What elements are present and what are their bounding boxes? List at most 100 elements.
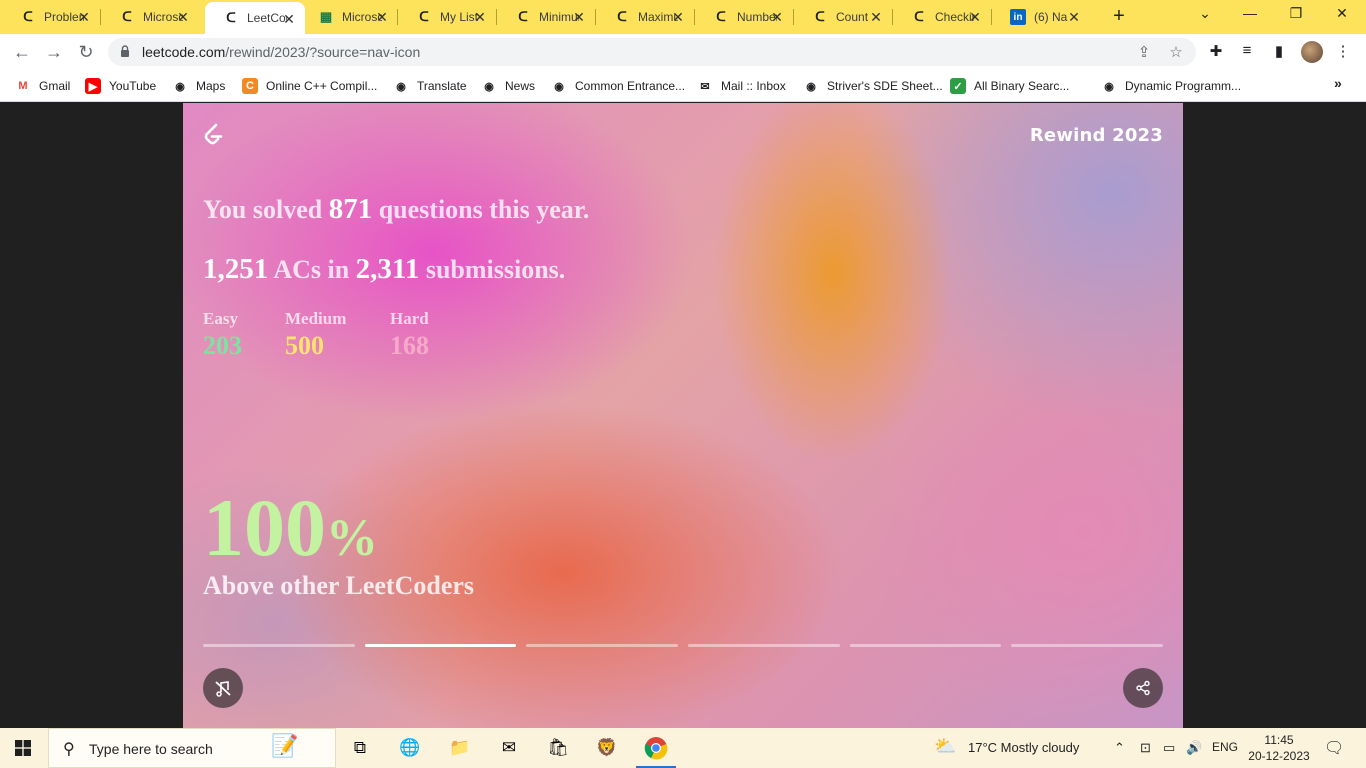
close-tab-icon[interactable]: ✕ <box>281 11 297 27</box>
difficulty-medium: Medium 500 <box>285 309 346 361</box>
difficulty-easy: Easy 203 <box>203 309 242 361</box>
taskbar-search-box[interactable]: ⚲ Type here to search 📝 <box>48 728 336 768</box>
globe-icon: ◉ <box>554 80 564 93</box>
menu-icon[interactable]: ⋮ <box>1333 42 1353 62</box>
leetcode-icon: ᑕ <box>617 9 627 24</box>
volume-icon[interactable]: 🔊 <box>1186 740 1202 756</box>
share-button[interactable] <box>1123 668 1163 708</box>
share-icon[interactable]: ⇪ <box>1134 43 1154 61</box>
globe-icon: ◉ <box>1104 80 1114 93</box>
close-tab-icon[interactable]: ✕ <box>76 9 92 25</box>
bookmark-item[interactable]: ◉ News <box>481 77 535 95</box>
close-tab-icon[interactable]: ✕ <box>374 9 390 25</box>
weather-text[interactable]: 17°C Mostly cloudy <box>968 740 1079 755</box>
leetcode-icon: ᑕ <box>419 9 429 24</box>
back-button[interactable]: ← <box>10 41 34 63</box>
leetcode-logo-icon[interactable] <box>203 123 225 147</box>
media-queue-icon[interactable]: ≡ <box>1237 42 1257 62</box>
leetcode-icon: ᑕ <box>23 9 33 24</box>
bookmark-item[interactable]: ◉ Maps <box>172 77 225 95</box>
close-tab-icon[interactable]: ✕ <box>868 9 884 25</box>
bookmark-item[interactable]: C Online C++ Compil... <box>242 77 377 95</box>
clock[interactable]: 11:45 20-12-2023 <box>1248 732 1310 764</box>
leetcode-icon: ᑕ <box>716 9 726 24</box>
close-tab-icon[interactable]: ✕ <box>571 9 587 25</box>
bookmarks-overflow-icon[interactable]: » <box>1334 75 1342 91</box>
forward-button[interactable]: → <box>42 41 66 63</box>
task-view-icon[interactable]: ⧉ <box>346 734 374 762</box>
bookmark-item[interactable]: M Gmail <box>15 77 70 95</box>
close-window-button[interactable]: ✕ <box>1330 5 1354 27</box>
mute-button[interactable] <box>203 668 243 708</box>
browser-tab[interactable]: ᑕ Number ✕ <box>695 0 793 34</box>
restore-button[interactable]: ❐ <box>1284 5 1308 27</box>
progress-segment[interactable] <box>364 644 517 647</box>
bookmark-item[interactable]: ◉ Striver's SDE Sheet... <box>803 77 942 95</box>
browser-tab[interactable]: ᑕMaximum✕ <box>596 0 694 34</box>
browser-tab[interactable]: ᑕ Count ✕ <box>794 0 892 34</box>
difficulty-value: 203 <box>203 331 242 360</box>
address-bar[interactable]: leetcode.com/rewind/2023/?source=nav-ico… <box>108 38 1196 66</box>
gmail-icon: M <box>18 80 28 92</box>
submission-suffix: submissions. <box>419 255 566 284</box>
bookmark-item[interactable]: ◉ Translate <box>393 77 467 95</box>
leetcode-icon: ᑕ <box>815 9 825 24</box>
browser-tab[interactable]: in (6) Na ✕ <box>992 0 1090 34</box>
reload-button[interactable]: ↻ <box>74 41 98 63</box>
close-tab-icon[interactable]: ✕ <box>472 9 488 25</box>
minimize-button[interactable]: — <box>1238 5 1262 27</box>
close-tab-icon[interactable]: ✕ <box>1066 9 1082 25</box>
search-icon: ⚲ <box>63 741 75 758</box>
chrome-browser-icon[interactable] <box>636 734 676 768</box>
bookmark-item[interactable]: ▶ YouTube <box>85 77 156 95</box>
new-tab-button[interactable]: + <box>1108 6 1130 28</box>
windows-start-icon[interactable] <box>15 740 31 756</box>
bookmark-item[interactable]: ◉ Dynamic Programm... <box>1101 77 1241 95</box>
browser-tab[interactable]: ᑕ My List ✕ <box>398 0 496 34</box>
file-explorer-icon[interactable]: 📁 <box>446 734 474 762</box>
brave-browser-icon[interactable]: 🦁 <box>593 734 621 762</box>
browser-tab[interactable]: ▦Microsoft✕ <box>300 0 398 34</box>
tray-overflow-icon[interactable]: ⌃ <box>1114 740 1125 756</box>
weather-icon[interactable]: ⛅ <box>934 736 956 757</box>
store-app-icon[interactable]: 🛍 <box>544 734 572 762</box>
notifications-icon[interactable]: 🗨 <box>1324 738 1344 758</box>
browser-tab[interactable]: ᑕChecking✕ <box>893 0 991 34</box>
language-indicator[interactable]: ENG <box>1212 740 1238 754</box>
profile-avatar[interactable] <box>1301 41 1323 63</box>
search-highlight-icon: 📝 <box>271 733 299 758</box>
progress-segment[interactable] <box>688 644 840 647</box>
browser-tab[interactable]: ᑕMinimum✕ <box>497 0 595 34</box>
bookmark-item[interactable]: ◉ Common Entrance... <box>551 77 685 95</box>
percentile-value: 100% <box>203 481 378 575</box>
browser-tab[interactable]: ᑕLeetCode✕ <box>205 2 305 34</box>
bookmark-label: Common Entrance... <box>575 79 686 93</box>
close-tab-icon[interactable]: ✕ <box>175 9 191 25</box>
browser-tab[interactable]: ᑕProblems✕ <box>2 0 100 34</box>
close-tab-icon[interactable]: ✕ <box>967 9 983 25</box>
side-panel-icon[interactable]: ▮ <box>1269 42 1289 62</box>
bookmark-item[interactable]: ✓ All Binary Searc... <box>950 77 1069 95</box>
bookmark-label: All Binary Searc... <box>974 79 1070 93</box>
meet-now-icon[interactable]: ⊡ <box>1140 740 1151 756</box>
progress-segment[interactable] <box>849 644 1002 647</box>
progress-segment[interactable] <box>526 644 679 647</box>
progress-segment[interactable] <box>1011 644 1164 647</box>
difficulty-label: Easy <box>203 309 238 328</box>
bookmark-star-icon[interactable]: ☆ <box>1166 43 1186 61</box>
extensions-icon[interactable]: ✚ <box>1206 42 1226 62</box>
close-tab-icon[interactable]: ✕ <box>769 9 785 25</box>
progress-segment[interactable] <box>203 644 355 647</box>
tab-strip: ᑕProblems✕ᑕMicrosoft✕ᑕLeetCode✕▦Microsof… <box>0 0 1366 34</box>
mail-app-icon[interactable]: ✉ <box>495 734 523 762</box>
percentile-caption: Above other LeetCoders <box>203 571 475 600</box>
bookmark-label: Translate <box>417 79 467 93</box>
close-tab-icon[interactable]: ✕ <box>670 9 686 25</box>
submission-count: 2,311 <box>355 253 420 285</box>
code-icon: C <box>242 78 258 94</box>
edge-browser-icon[interactable]: 🌐 <box>396 734 424 762</box>
battery-icon[interactable]: ▭ <box>1163 740 1175 756</box>
tab-search-icon[interactable]: ⌄ <box>1193 5 1217 27</box>
bookmark-item[interactable]: ✉ Mail :: Inbox <box>697 77 785 95</box>
browser-tab[interactable]: ᑕMicrosoft✕ <box>101 0 199 34</box>
